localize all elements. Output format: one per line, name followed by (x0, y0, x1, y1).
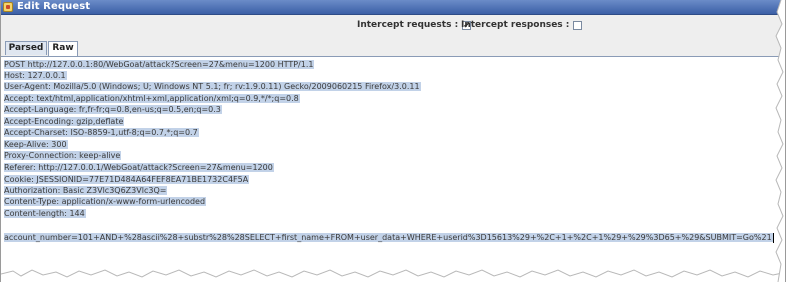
request-line: account_number=101+AND+%28ascii%28+subst… (4, 232, 774, 243)
selected-text: Referer: http://127.0.0.1/WebGoat/attack… (4, 163, 274, 172)
selected-text: Cookie: JSESSIONID=77E71D484A64FEF8EA71B… (4, 175, 250, 184)
request-line: Proxy-Connection: keep-alive (4, 150, 122, 161)
intercept-toolbar: Intercept requests : ✔ Intercept respons… (1, 15, 785, 39)
intercept-responses-option: Intercept responses : (461, 20, 583, 30)
selected-text: POST http://127.0.0.1:80/WebGoat/attack?… (4, 60, 315, 69)
torn-edge-right (775, 0, 785, 282)
title-bar[interactable]: Edit Request (1, 0, 785, 15)
selected-text: Accept-Charset: ISO-8859-1,utf-8;q=0.7,*… (4, 128, 199, 137)
selected-text: Content-length: 144 (4, 209, 86, 218)
intercept-requests-label: Intercept requests : (357, 20, 459, 30)
request-line: Accept-Charset: ISO-8859-1,utf-8;q=0.7,*… (4, 127, 199, 138)
request-line: Referer: http://127.0.0.1/WebGoat/attack… (4, 162, 274, 173)
selected-text: Host: 127.0.0.1 (4, 71, 67, 80)
request-line: POST http://127.0.0.1:80/WebGoat/attack?… (4, 59, 315, 70)
selected-text: Authorization: Basic Z3Vlc3Q6Z3Vlc3Q= (4, 186, 168, 195)
torn-edge-bottom (1, 269, 785, 282)
selected-text: User-Agent: Mozilla/5.0 (Windows; U; Win… (4, 82, 421, 91)
request-line: Cookie: JSESSIONID=77E71D484A64FEF8EA71B… (4, 174, 250, 185)
selected-text: Accept: text/html,application/xhtml+xml,… (4, 94, 300, 103)
request-line: Host: 127.0.0.1 (4, 70, 67, 81)
request-line: Authorization: Basic Z3Vlc3Q6Z3Vlc3Q= (4, 185, 168, 196)
raw-request-editor[interactable]: POST http://127.0.0.1:80/WebGoat/attack?… (1, 57, 785, 282)
selected-text: Keep-Alive: 300 (4, 140, 68, 149)
selected-text: Content-Type: application/x-www-form-url… (4, 197, 207, 206)
intercept-responses-label: Intercept responses : (461, 20, 570, 30)
request-line: Content-Type: application/x-www-form-url… (4, 196, 207, 207)
request-line: Accept: text/html,application/xhtml+xml,… (4, 93, 300, 104)
selected-text: Accept-Language: fr,fr-fr;q=0.8,en-us;q=… (4, 105, 222, 114)
edit-request-window: Edit Request Intercept requests : ✔ Inte… (0, 0, 786, 282)
app-icon (3, 2, 13, 12)
tab-bar: Parsed Raw (1, 39, 785, 57)
request-line: Content-length: 144 (4, 208, 86, 219)
window-title: Edit Request (17, 1, 91, 12)
request-line: User-Agent: Mozilla/5.0 (Windows; U; Win… (4, 81, 421, 92)
intercept-requests-option: Intercept requests : ✔ (357, 20, 472, 30)
tab-raw[interactable]: Raw (48, 41, 78, 56)
request-line: Keep-Alive: 300 (4, 139, 68, 150)
intercept-responses-checkbox[interactable] (573, 20, 583, 30)
request-line: Accept-Language: fr,fr-fr;q=0.8,en-us;q=… (4, 104, 222, 115)
request-line: Accept-Encoding: gzip,deflate (4, 116, 125, 127)
selected-text: Proxy-Connection: keep-alive (4, 151, 122, 160)
selected-text: account_number=101+AND+%28ascii%28+subst… (4, 233, 773, 242)
selected-text: Accept-Encoding: gzip,deflate (4, 117, 125, 126)
tab-parsed[interactable]: Parsed (5, 41, 47, 55)
